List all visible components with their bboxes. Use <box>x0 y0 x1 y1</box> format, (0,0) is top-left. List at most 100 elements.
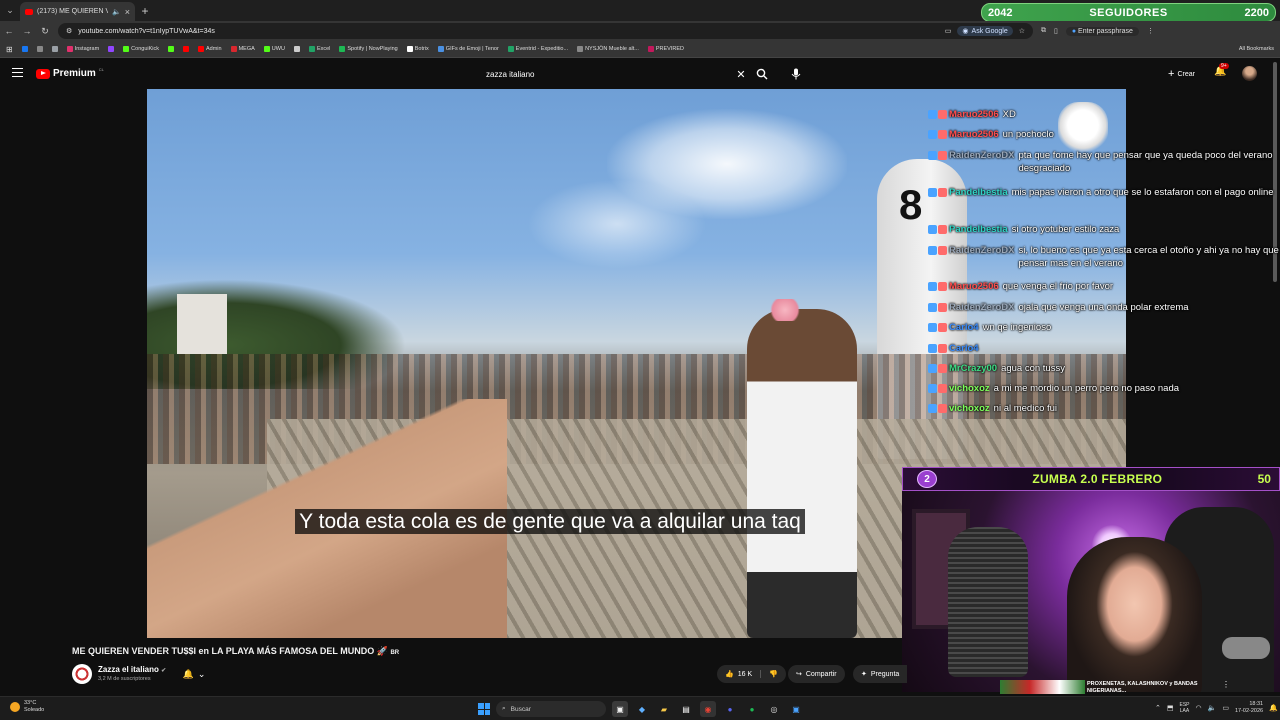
bookmark-item[interactable] <box>108 46 115 52</box>
bookmark-item[interactable]: MEGA <box>230 46 255 52</box>
badge-icon <box>938 246 947 255</box>
video-subtitle: Y toda esta cola es de gente que va a al… <box>170 509 930 534</box>
stream-chat-overlay: Maruo2506 XD Maruo2506 un pochoclo RaidenZer… <box>928 108 1280 418</box>
more-options-icon[interactable]: ⋮ <box>1222 680 1230 689</box>
site-info-icon[interactable]: ⚙ <box>66 27 72 35</box>
bookmark-item[interactable] <box>183 46 189 52</box>
subscription-bell-button[interactable]: 🔔 ⌄ <box>176 666 212 682</box>
cast-icon[interactable]: ▭ <box>945 27 952 35</box>
chat-badges <box>928 225 947 234</box>
bookmark-item[interactable] <box>51 46 58 52</box>
chat-badges <box>928 323 947 332</box>
chat-message: vichoxoz ni al medico fui <box>928 402 1280 415</box>
bookmark-item[interactable]: Eventrid - Expeditio... <box>507 46 568 52</box>
channel-avatar[interactable] <box>72 664 92 684</box>
create-button[interactable]: + Crear <box>1162 66 1201 82</box>
recommended-title[interactable]: PROXENETAS, KALASHNIKOV y BANDAS NIGERIA… <box>1087 681 1217 693</box>
apps-grid-icon[interactable]: ⊞ <box>6 45 13 54</box>
new-tab-button[interactable]: + <box>135 4 155 18</box>
discord-icon[interactable]: ● <box>722 701 738 717</box>
ask-button[interactable]: ✦ Pregunta <box>853 665 908 683</box>
all-bookmarks-button[interactable]: All Bookmarks <box>1239 46 1274 52</box>
bookmark-favicon-icon <box>293 46 300 52</box>
bookmark-item[interactable]: UWU <box>263 46 285 52</box>
badge-icon <box>928 384 937 393</box>
spotify-icon[interactable]: ● <box>744 701 760 717</box>
bell-icon: 🔔 <box>182 668 194 679</box>
battery-icon[interactable]: ▭ <box>1222 704 1229 712</box>
chevron-up-icon[interactable]: ⌃ <box>1155 704 1161 712</box>
reload-icon[interactable]: ↻ <box>40 26 50 37</box>
verified-icon: ✔ <box>161 668 167 674</box>
clear-search-icon[interactable]: ✕ <box>734 68 748 81</box>
back-icon[interactable]: ← <box>4 26 14 36</box>
volume-icon[interactable]: 🔈 <box>1208 704 1217 712</box>
store-icon[interactable]: ▤ <box>678 701 694 717</box>
stream-title: ZUMBA 2.0 FEBRERO <box>1032 472 1163 486</box>
goal-target: 2200 <box>1244 6 1269 19</box>
menu-dots-icon[interactable]: ⋮ <box>1147 27 1154 35</box>
chat-message: vichoxoz a mi me mordio un perro pero no … <box>928 382 1280 395</box>
bookmark-item[interactable]: ConguiKick <box>123 46 159 52</box>
notifications-button[interactable]: 🔔 9+ <box>1214 63 1229 77</box>
tab-audio-icon[interactable]: 🔈 <box>112 8 121 16</box>
streamer <box>1067 537 1202 692</box>
bookmark-item[interactable]: Admin <box>198 46 222 52</box>
task-view-icon[interactable]: ▣ <box>612 701 628 717</box>
bookmark-label: PREVIRED <box>655 46 684 52</box>
bookmark-item[interactable] <box>36 46 43 52</box>
bookmark-item[interactable] <box>293 46 300 52</box>
bookmark-item[interactable]: Excel <box>308 46 330 52</box>
ask-google-button[interactable]: ◉ Ask Google <box>957 26 1013 36</box>
voice-search-button[interactable] <box>786 64 806 84</box>
app-icon[interactable]: ▣ <box>788 701 804 717</box>
browser-tab-youtube[interactable]: (2173) ME QUIEREN VENDE... 🔈 × <box>20 2 135 21</box>
taskbar-search[interactable]: ⌕ Buscar <box>496 701 606 717</box>
bookmark-item[interactable]: PREVIRED <box>647 46 684 52</box>
search-input[interactable]: zazza italiano ✕ <box>478 63 748 85</box>
forward-icon[interactable]: → <box>22 26 32 36</box>
search-button[interactable] <box>752 64 772 84</box>
extensions-icon[interactable]: ⧉ <box>1041 27 1046 35</box>
chat-badges <box>928 282 947 291</box>
copilot-icon[interactable]: ◆ <box>634 701 650 717</box>
hair-flower <box>767 299 803 321</box>
youtube-logo[interactable]: Premium CL <box>36 67 104 79</box>
subscriber-count: 3,2 M de suscriptores <box>98 676 151 682</box>
chrome-icon[interactable]: ◉ <box>700 701 716 717</box>
address-bar[interactable]: ⚙ youtube.com/watch?v=t1nIypTUVwA&t=34s … <box>58 23 1033 39</box>
close-tab-icon[interactable]: × <box>125 7 130 17</box>
tray-app-icon[interactable]: ⬒ <box>1167 704 1174 712</box>
weather-widget[interactable]: 33°C Soleado <box>10 700 44 714</box>
sidepanel-icon[interactable]: ▯ <box>1054 27 1058 35</box>
bookmark-label: Admin <box>206 46 222 52</box>
account-avatar[interactable] <box>1242 66 1257 81</box>
dislike-button[interactable]: 👎 <box>761 670 786 678</box>
bookmark-item[interactable]: NYSJÖN Mueble alt... <box>577 46 639 52</box>
share-button[interactable]: ↪ Compartir <box>788 665 845 683</box>
wifi-icon[interactable]: ◠ <box>1196 704 1202 712</box>
chat-badges <box>928 246 947 255</box>
windows-start-icon[interactable] <box>478 703 490 715</box>
bookmark-item[interactable] <box>168 46 174 52</box>
channel-name[interactable]: Zazza el italiano ✔ <box>98 665 166 674</box>
tab-search-icon[interactable]: ⌄ <box>0 0 20 21</box>
like-button[interactable]: 👍 16 K <box>717 670 762 678</box>
bookmark-item[interactable]: Botrix <box>406 46 429 52</box>
chat-badges <box>928 404 947 413</box>
obs-icon[interactable]: ◎ <box>766 701 782 717</box>
badge-icon <box>938 384 947 393</box>
clock[interactable]: 18:31 17-02-2026 <box>1235 701 1263 715</box>
menu-icon[interactable] <box>12 68 23 77</box>
language-indicator[interactable]: ESP LAA <box>1180 702 1190 714</box>
notification-center-icon[interactable]: 🔔 <box>1269 704 1278 712</box>
bookmark-star-icon[interactable]: ☆ <box>1019 27 1025 35</box>
bookmark-item[interactable] <box>21 46 28 52</box>
passphrase-button[interactable]: ● Enter passphrase <box>1065 26 1139 36</box>
bookmark-favicon-icon <box>66 46 73 52</box>
recommended-thumbnail[interactable] <box>1000 680 1085 694</box>
bookmark-item[interactable]: Spotify | NowPlaying <box>339 46 398 52</box>
file-explorer-icon[interactable]: ▰ <box>656 701 672 717</box>
bookmark-item[interactable]: GIFs de Emoji | Tenor <box>437 46 499 52</box>
bookmark-item[interactable]: Instagram <box>66 46 99 52</box>
